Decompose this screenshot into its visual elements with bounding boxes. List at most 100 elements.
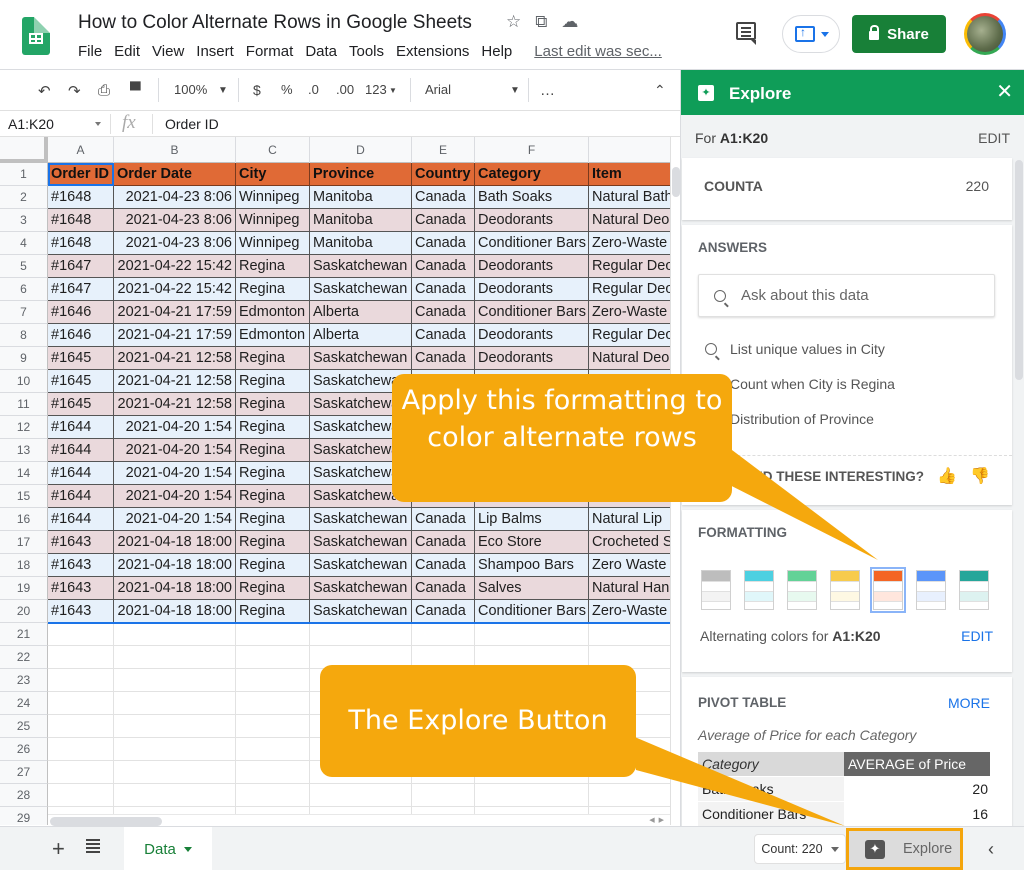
table-cell[interactable]: Regina [236, 370, 310, 393]
table-cell[interactable]: Saskatchewan [310, 531, 412, 554]
empty-cell[interactable] [114, 646, 236, 669]
empty-cell[interactable] [114, 738, 236, 761]
empty-cell[interactable] [236, 784, 310, 807]
row-header[interactable]: 17 [0, 531, 48, 554]
menu-view[interactable]: View [152, 43, 184, 60]
empty-cell[interactable] [114, 692, 236, 715]
table-cell[interactable]: Edmonton [236, 324, 310, 347]
row-header[interactable]: 8 [0, 324, 48, 347]
table-cell[interactable]: #1643 [48, 554, 114, 577]
table-cell[interactable]: Regina [236, 462, 310, 485]
comment-history-icon[interactable] [736, 22, 756, 45]
table-cell[interactable]: 2021-04-21 12:58 [114, 347, 236, 370]
table-cell[interactable]: Saskatchewan [310, 278, 412, 301]
table-cell[interactable]: 2021-04-20 1:54 [114, 508, 236, 531]
name-box-dropdown-icon[interactable] [95, 122, 101, 126]
document-title[interactable]: How to Color Alternate Rows in Google Sh… [78, 12, 472, 34]
table-cell[interactable]: 2021-04-21 17:59 [114, 324, 236, 347]
increase-decimal-button[interactable]: .00 [336, 82, 354, 97]
menu-format[interactable]: Format [246, 43, 294, 60]
row-header[interactable]: 11 [0, 393, 48, 416]
table-cell[interactable]: Regina [236, 416, 310, 439]
table-cell[interactable]: Canada [412, 324, 475, 347]
account-avatar[interactable] [964, 13, 1006, 55]
table-cell[interactable]: 2021-04-23 8:06 [114, 232, 236, 255]
table-cell[interactable]: 2021-04-18 18:00 [114, 600, 236, 623]
table-cell[interactable]: Regina [236, 255, 310, 278]
empty-cell[interactable] [475, 623, 589, 646]
suggestion-count-regina[interactable]: Count when City is Regina [730, 376, 895, 392]
thumbs-down-icon[interactable]: 👎 [970, 466, 990, 486]
more-formats-dropdown-icon[interactable]: ▼ [389, 86, 397, 95]
table-cell[interactable]: Zero-Waste [589, 301, 670, 324]
table-cell[interactable]: #1648 [48, 209, 114, 232]
empty-cell[interactable] [114, 784, 236, 807]
table-cell[interactable]: Saskatchewan [310, 577, 412, 600]
collapse-toolbar-icon[interactable]: ⌃ [654, 82, 666, 99]
count-summary-button[interactable]: Count: 220 [754, 834, 846, 864]
alternating-color-swatch[interactable] [916, 570, 946, 610]
menu-extensions[interactable]: Extensions [396, 43, 469, 60]
empty-cell[interactable] [236, 761, 310, 784]
sheet-tab-data[interactable]: Data [124, 827, 212, 871]
row-header[interactable]: 23 [0, 669, 48, 692]
print-icon[interactable]: ⎙ [98, 82, 110, 99]
table-cell[interactable]: #1644 [48, 416, 114, 439]
table-cell[interactable]: Regular Deo [589, 324, 670, 347]
header-cell[interactable]: Order Date [114, 163, 236, 186]
table-cell[interactable]: Zero-Waste [589, 232, 670, 255]
column-header[interactable]: D [310, 137, 412, 163]
row-header[interactable]: 14 [0, 462, 48, 485]
alternating-color-swatch[interactable] [744, 570, 774, 610]
table-cell[interactable]: #1645 [48, 370, 114, 393]
table-cell[interactable]: Canada [412, 278, 475, 301]
table-cell[interactable]: Manitoba [310, 209, 412, 232]
empty-cell[interactable] [48, 646, 114, 669]
table-cell[interactable]: #1643 [48, 577, 114, 600]
table-cell[interactable]: 2021-04-23 8:06 [114, 186, 236, 209]
redo-icon[interactable]: ↷ [68, 82, 81, 100]
star-icon[interactable]: ☆ [506, 12, 521, 32]
row-header[interactable]: 26 [0, 738, 48, 761]
row-header[interactable]: 6 [0, 278, 48, 301]
header-cell[interactable]: Country [412, 163, 475, 186]
table-cell[interactable]: Regina [236, 531, 310, 554]
table-cell[interactable]: Regina [236, 508, 310, 531]
alternating-color-swatch[interactable] [959, 570, 989, 610]
edit-alternating-colors-button[interactable]: EDIT [961, 628, 993, 644]
alternating-color-swatch[interactable] [870, 567, 906, 613]
table-cell[interactable]: Eco Store [475, 531, 589, 554]
more-formats-button[interactable]: 123 [365, 82, 387, 97]
menu-data[interactable]: Data [305, 43, 337, 60]
row-header[interactable]: 19 [0, 577, 48, 600]
table-cell[interactable]: Canada [412, 301, 475, 324]
table-cell[interactable]: Deodorants [475, 278, 589, 301]
header-cell[interactable]: City [236, 163, 310, 186]
table-cell[interactable]: Regina [236, 393, 310, 416]
empty-cell[interactable] [114, 761, 236, 784]
table-cell[interactable]: 2021-04-22 15:42 [114, 278, 236, 301]
table-cell[interactable]: Saskatchewan [310, 347, 412, 370]
panel-scrollbar[interactable] [1015, 160, 1023, 826]
table-cell[interactable]: Regina [236, 347, 310, 370]
table-cell[interactable]: Regina [236, 554, 310, 577]
last-edit-link[interactable]: Last edit was sec... [534, 43, 662, 60]
close-icon[interactable]: ✕ [996, 79, 1013, 104]
row-header[interactable]: 12 [0, 416, 48, 439]
table-cell[interactable]: Natural Deo [589, 209, 670, 232]
table-cell[interactable]: Natural Deo [589, 347, 670, 370]
table-cell[interactable]: Winnipeg [236, 209, 310, 232]
font-select[interactable]: Arial [425, 82, 451, 97]
table-cell[interactable]: #1646 [48, 324, 114, 347]
share-button[interactable]: Share [852, 15, 946, 53]
table-cell[interactable]: #1646 [48, 301, 114, 324]
table-cell[interactable]: Saskatchewan [310, 508, 412, 531]
row-header[interactable]: 4 [0, 232, 48, 255]
table-cell[interactable]: Saskatchewan [310, 600, 412, 623]
row-header[interactable]: 1 [0, 163, 48, 186]
header-cell[interactable]: Province [310, 163, 412, 186]
table-cell[interactable]: Winnipeg [236, 232, 310, 255]
row-header[interactable]: 27 [0, 761, 48, 784]
empty-cell[interactable] [114, 715, 236, 738]
row-header[interactable]: 28 [0, 784, 48, 807]
